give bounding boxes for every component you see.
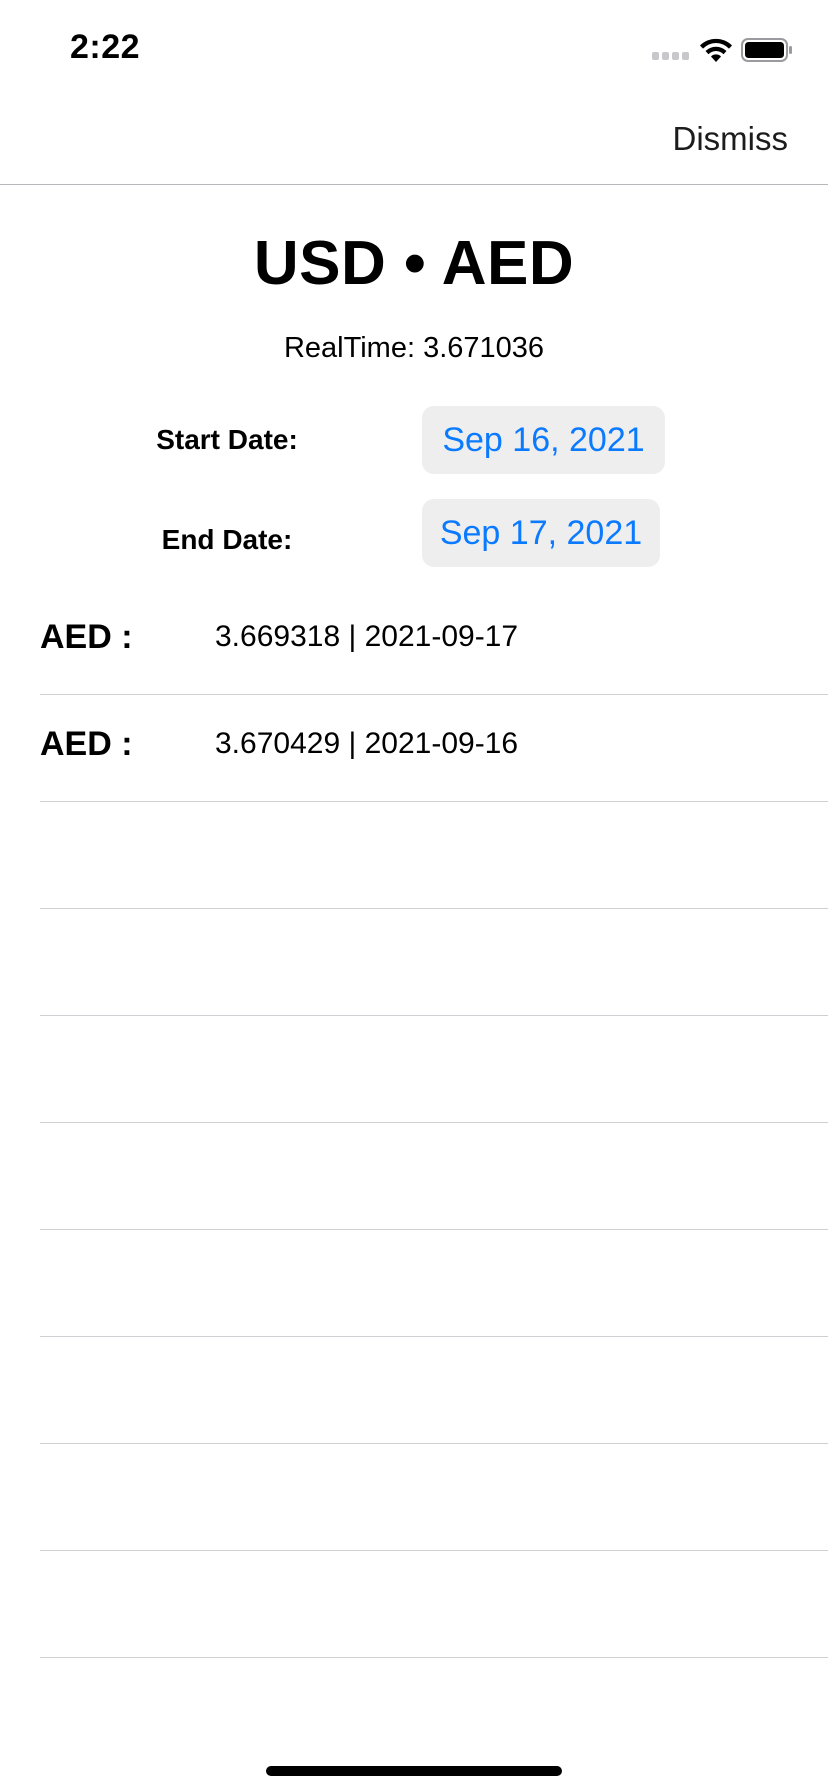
list-item [0,1551,828,1658]
cellular-signal-icon [652,52,690,62]
list-item[interactable]: AED : 3.670429 | 2021-09-16 [0,695,828,802]
list-item[interactable]: AED : 3.669318 | 2021-09-17 [0,588,828,695]
pair-separator: • [404,229,427,298]
status-time: 2:22 [70,28,141,66]
row-rate-value: 3.670429 | 2021-09-16 [215,727,519,760]
list-item [0,1123,828,1230]
list-item [0,1230,828,1337]
quote-currency: AED [441,229,575,298]
rate-list[interactable]: AED : 3.669318 | 2021-09-17 AED : 3.6704… [0,588,828,1658]
list-item [0,1337,828,1444]
start-date-picker[interactable]: Sep 16, 2021 [422,406,665,474]
battery-icon [741,38,792,62]
row-currency-code: AED : [40,725,133,763]
status-bar: 2:22 [0,0,828,100]
currency-pair-title: USD • AED [0,228,828,299]
end-date-label: End Date: [161,524,293,555]
list-item [0,1444,828,1551]
wifi-icon [700,38,732,62]
dismiss-button[interactable]: Dismiss [673,120,788,158]
realtime-label: RealTime: [283,332,416,364]
list-item [0,802,828,909]
row-rate-value: 3.669318 | 2021-09-17 [215,620,519,653]
end-date-picker[interactable]: Sep 17, 2021 [422,499,660,567]
realtime-rate: RealTime: 3.671036 [0,332,828,365]
list-item [0,1016,828,1123]
row-currency-code: AED : [40,618,133,656]
list-item [0,909,828,1016]
base-currency: USD [253,229,387,298]
navigation-bar: Dismiss [0,100,828,185]
start-date-label: Start Date: [156,424,298,455]
home-indicator[interactable] [266,1766,562,1776]
realtime-value: 3.671036 [423,332,545,364]
